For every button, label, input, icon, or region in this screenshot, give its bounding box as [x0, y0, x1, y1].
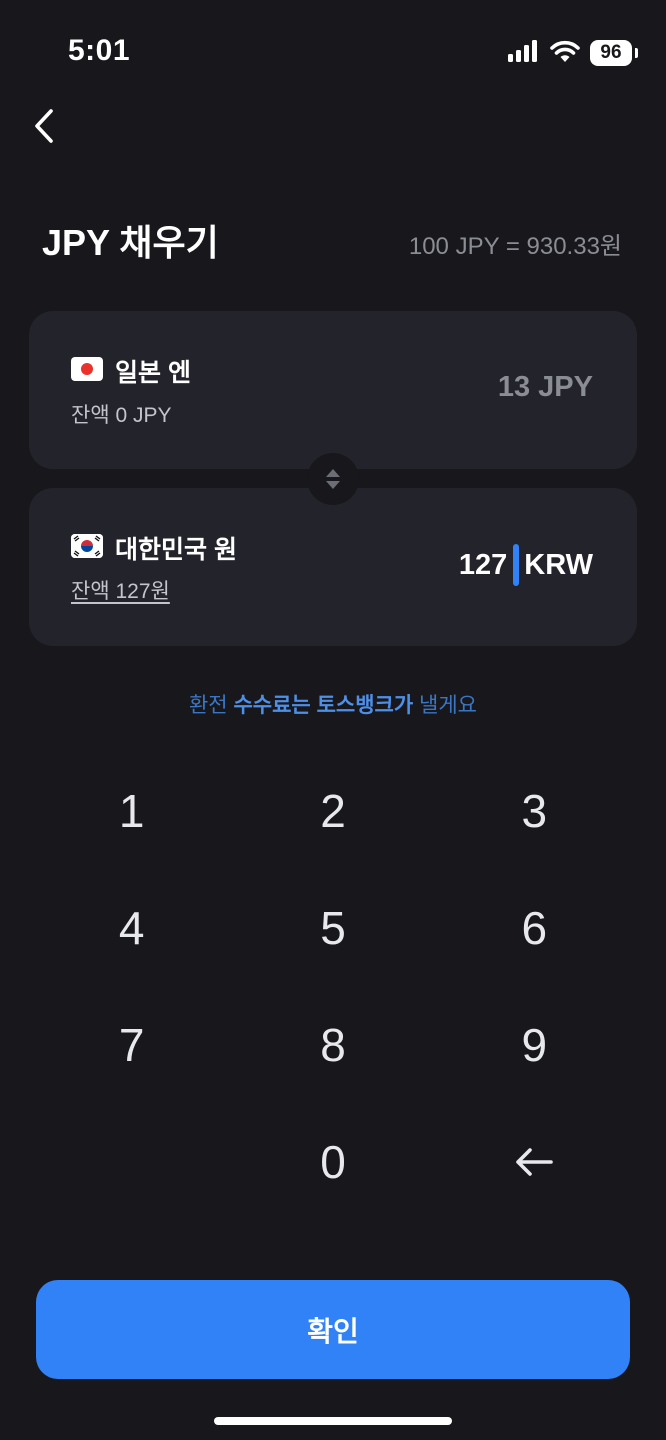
key-8[interactable]: 8	[232, 986, 433, 1103]
fee-notice-fee: 수수료는	[233, 694, 311, 717]
battery-icon: 96	[590, 40, 638, 66]
fee-notice-bank: 토스뱅크가	[316, 694, 414, 717]
korea-flag-icon	[71, 534, 103, 558]
japan-flag-icon	[71, 357, 103, 381]
wifi-icon	[550, 40, 580, 67]
backspace-key[interactable]: ←	[434, 1103, 635, 1220]
home-indicator	[214, 1417, 452, 1425]
status-icons: 96	[508, 36, 638, 70]
page-title: JPY 채우기	[42, 222, 219, 263]
key-5[interactable]: 5	[232, 869, 433, 986]
currency-balance: 잔액 0 JPY	[71, 404, 172, 427]
status-time: 5:01	[68, 34, 131, 67]
currency-name: 대한민국 원	[115, 536, 237, 564]
amount-unit: KRW	[524, 548, 593, 581]
key-2[interactable]: 2	[232, 752, 433, 869]
key-9[interactable]: 9	[434, 986, 635, 1103]
key-0[interactable]: 0	[232, 1103, 433, 1220]
swap-currency-button[interactable]	[307, 453, 359, 505]
target-currency-card[interactable]: 일본 엔 잔액 0 JPY 13 JPY	[29, 311, 637, 469]
key-3[interactable]: 3	[434, 752, 635, 869]
key-7[interactable]: 7	[31, 986, 232, 1103]
key-1[interactable]: 1	[31, 752, 232, 869]
key-empty	[31, 1103, 232, 1220]
confirm-button[interactable]: 확인	[36, 1280, 630, 1379]
text-cursor	[513, 544, 520, 586]
back-button[interactable]	[22, 104, 66, 148]
converted-amount: 13 JPY	[497, 371, 593, 403]
backspace-arrow-icon	[516, 1147, 554, 1176]
exchange-rate: 100 JPY = 930.33원	[408, 233, 622, 260]
amount-value: 127	[458, 548, 508, 581]
battery-level: 96	[600, 42, 622, 63]
key-4[interactable]: 4	[31, 869, 232, 986]
swap-arrows-icon	[326, 469, 340, 489]
source-currency-card[interactable]: 대한민국 원 잔액 127원 127 KRW	[29, 488, 637, 646]
key-6[interactable]: 6	[434, 869, 635, 986]
amount-input[interactable]: 127 KRW	[459, 544, 593, 586]
fee-notice-prefix: 환전	[188, 694, 234, 717]
number-keypad: 1 2 3 4 5 6 7 8 9 0 ←	[31, 752, 635, 1220]
chevron-left-icon	[35, 109, 53, 143]
balance-link[interactable]: 잔액 127원	[71, 575, 170, 605]
fee-notice-suffix: 낼게요	[413, 694, 477, 717]
currency-name: 일본 엔	[115, 359, 191, 387]
fee-notice: 환전 수수료는 토스뱅크가 낼게요	[0, 689, 666, 719]
cellular-signal-icon	[508, 39, 540, 67]
exchange-screen: 5:01 96 JPY 채우기 100 JPY = 930.33원 일본 엔 잔…	[0, 0, 666, 1440]
